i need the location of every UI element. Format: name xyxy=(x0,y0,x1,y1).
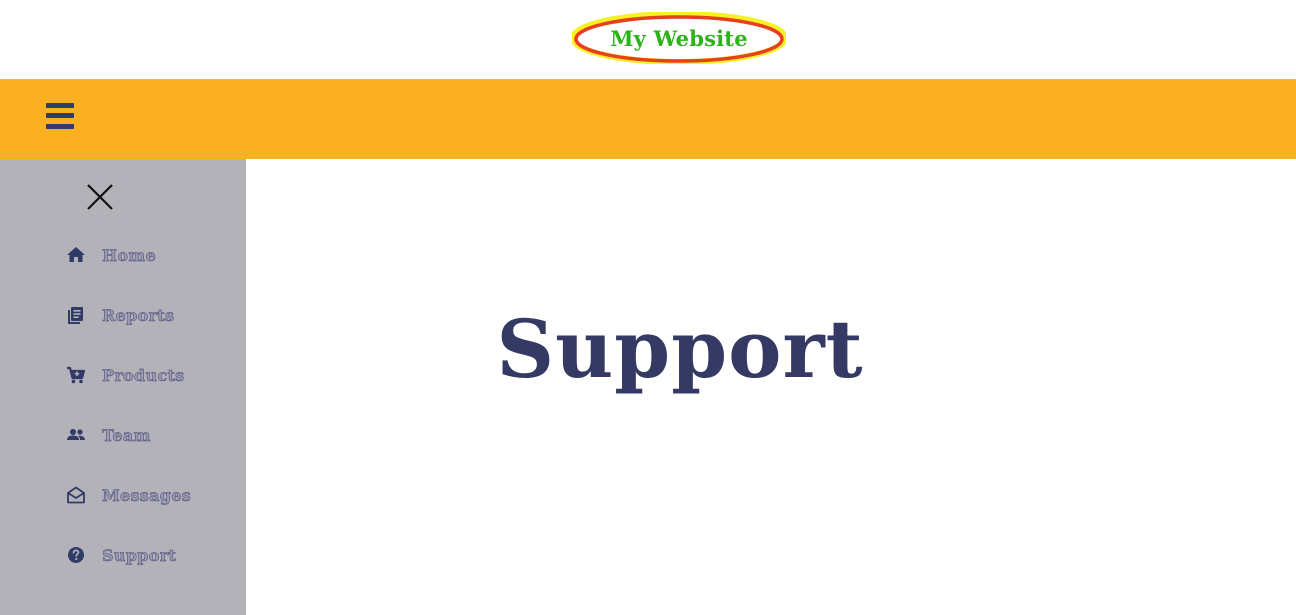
top-navbar xyxy=(0,79,1296,159)
hamburger-line xyxy=(46,124,74,129)
main-content: Support xyxy=(246,159,1296,615)
sidebar-item-label: Reports xyxy=(102,306,175,326)
sidebar: Home Reports Products Team Messages Supp… xyxy=(0,159,246,615)
sidebar-item-home[interactable]: Home xyxy=(66,241,226,271)
hamburger-line xyxy=(46,113,74,118)
close-icon[interactable] xyxy=(86,183,114,211)
page-title: Support xyxy=(496,302,864,396)
envelope-open-icon xyxy=(66,485,86,505)
cart-icon xyxy=(66,365,86,385)
sidebar-item-label: Messages xyxy=(102,486,192,506)
team-icon xyxy=(66,425,86,445)
sidebar-item-label: Home xyxy=(102,246,157,266)
sidebar-item-team[interactable]: Team xyxy=(66,421,226,451)
hamburger-line xyxy=(46,103,74,108)
sidebar-item-products[interactable]: Products xyxy=(66,361,226,391)
site-header: My Website xyxy=(0,0,1296,79)
help-circle-icon xyxy=(66,545,86,565)
reports-icon xyxy=(66,305,86,325)
site-title: My Website xyxy=(610,26,748,51)
home-icon xyxy=(66,245,86,265)
hamburger-menu-icon[interactable] xyxy=(46,103,74,129)
sidebar-item-reports[interactable]: Reports xyxy=(66,301,226,331)
site-logo[interactable]: My Website xyxy=(572,12,786,64)
sidebar-item-messages[interactable]: Messages xyxy=(66,481,226,511)
sidebar-item-support[interactable]: Support xyxy=(66,541,226,571)
sidebar-item-label: Team xyxy=(102,426,151,446)
sidebar-item-label: Products xyxy=(102,366,185,386)
sidebar-item-label: Support xyxy=(102,546,177,566)
